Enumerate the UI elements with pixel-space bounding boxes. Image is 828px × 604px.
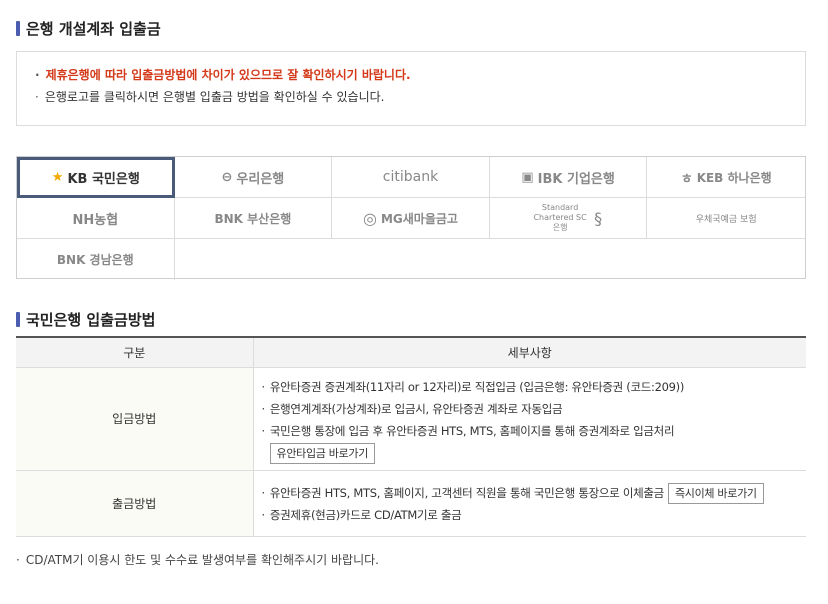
bank-label: BNK 부산은행: [214, 211, 292, 226]
bullet-icon: ·: [35, 68, 40, 82]
bank-logo-nh[interactable]: NH농협: [17, 198, 175, 239]
bank-label: NH농협: [72, 212, 119, 228]
bullet-icon: ·: [35, 90, 39, 104]
bank-label: KB 국민은행: [67, 172, 140, 187]
ibk-icon: ▣: [521, 169, 534, 185]
bank-logo-mg[interactable]: ◎ MG새마을금고: [332, 198, 490, 239]
bank-label: MG새마을금고: [380, 211, 458, 226]
detail-text: 은행연계계좌(가상계좌)로 입금시, 유안타증권 계좌로 자동입금: [269, 401, 563, 416]
title-bar-marker: [16, 21, 20, 36]
notice-text: 제휴은행에 따라 입출금방법에 차이가 있으므로 잘 확인하시기 바랍니다.: [45, 68, 411, 82]
detail-text: 국민은행 통장에 입금 후 유안타증권 HTS, MTS, 홈페이지를 통해 증…: [269, 423, 675, 438]
notice-line-info: · 은행로고를 클릭하시면 은행별 입출금 방법을 확인하실 수 있습니다.: [35, 86, 805, 108]
footer-text: CD/ATM기 이용시 한도 및 수수료 발생여부를 확인해주시기 바랍니다.: [25, 553, 379, 567]
detail-line: · 은행연계계좌(가상계좌)로 입금시, 유안타증권 계좌로 자동입금: [262, 398, 807, 420]
table-row-withdraw: 출금방법 · 유안타증권 HTS, MTS, 홈페이지, 고객센터 직원을 통해…: [16, 470, 807, 537]
bank-label: 우리은행: [236, 171, 285, 187]
notice-box: · 제휴은행에 따라 입출금방법에 차이가 있으므로 잘 확인하시기 바랍니다.…: [16, 51, 806, 126]
bullet-icon: ·: [261, 423, 266, 438]
detail-line: · 유안타증권 HTS, MTS, 홈페이지, 고객센터 직원을 통해 국민은행…: [262, 482, 807, 504]
row-details-deposit: · 유안타증권 증권계좌(11자리 or 12자리)로 직접입금 (입금은행: …: [253, 367, 807, 471]
bank-logo-ibk[interactable]: ▣ IBK 기업은행: [489, 157, 648, 198]
sc-icon: §: [594, 208, 603, 228]
detail-text: 유안타증권 증권계좌(11자리 or 12자리)로 직접입금 (입금은행: 유안…: [269, 379, 685, 394]
bank-label: citibank: [382, 169, 439, 185]
bank-logo-kyongnam[interactable]: BNK 경남은행: [17, 239, 175, 280]
header-category: 구분: [16, 337, 254, 368]
detail-line: · 증권제휴(현금)카드로 CD/ATM기로 출금: [262, 504, 807, 526]
table-header-row: 구분 세부사항: [16, 337, 806, 368]
bank-label: 우체국예금 보험: [695, 214, 757, 225]
title-bar-marker: [16, 312, 20, 327]
bank-logo-standard-chartered[interactable]: Standard Chartered SC은행 §: [489, 198, 648, 239]
bank-logo-keb-hana[interactable]: ㅎ KEB 하나은행: [647, 157, 805, 198]
bank-label: BNK 경남은행: [56, 253, 134, 267]
notice-text: 은행로고를 클릭하시면 은행별 입출금 방법을 확인하실 수 있습니다.: [44, 90, 385, 104]
bullet-icon: ·: [261, 379, 266, 394]
bank-logo-busan[interactable]: BNK 부산은행: [174, 198, 333, 239]
section-title-text: 은행 개설계좌 입출금: [26, 20, 161, 38]
row-details-withdraw: · 유안타증권 HTS, MTS, 홈페이지, 고객센터 직원을 통해 국민은행…: [253, 470, 807, 537]
bank-label: IBK 기업은행: [537, 171, 615, 187]
bank-label: Standard Chartered SC은행: [533, 203, 587, 232]
detail-line: · 유안타증권 증권계좌(11자리 or 12자리)로 직접입금 (입금은행: …: [262, 376, 807, 398]
yuanta-deposit-button[interactable]: 유안타입금 바로가기: [269, 442, 376, 464]
row-label-withdraw: 출금방법: [16, 470, 254, 537]
footer-note: · CD/ATM기 이용시 한도 및 수수료 발생여부를 확인해주시기 바랍니다…: [16, 551, 379, 568]
method-table: 구분 세부사항 입금방법 · 유안타증권 증권계좌(11자리 or 12자리)로…: [16, 336, 806, 537]
section-title-bank-accounts: 은행 개설계좌 입출금: [16, 18, 161, 39]
bullet-icon: ·: [16, 552, 20, 567]
bullet-icon: ·: [261, 508, 266, 522]
notice-line-warning: · 제휴은행에 따라 입출금방법에 차이가 있으므로 잘 확인하시기 바랍니다.: [35, 64, 805, 86]
bank-logo-woori[interactable]: ⊖ 우리은행: [174, 157, 333, 198]
bullet-icon: ·: [261, 401, 266, 416]
bank-logo-post[interactable]: 우체국예금 보험: [647, 198, 805, 239]
bullet-icon: ·: [261, 486, 266, 500]
bank-logo-grid: ★ KB 국민은행 ⊖ 우리은행 citibank ▣ IBK 기업은행 ㅎ K…: [16, 156, 806, 280]
kb-star-icon: ★: [51, 170, 64, 185]
row-label-deposit: 입금방법: [16, 367, 254, 471]
instant-transfer-button[interactable]: 즉시이체 바로가기: [667, 482, 764, 504]
mg-icon: ◎: [363, 208, 377, 228]
empty-grid-space: [175, 239, 805, 280]
bank-logo-citibank[interactable]: citibank: [332, 157, 490, 198]
header-details: 세부사항: [253, 337, 806, 368]
detail-text: 유안타증권 HTS, MTS, 홈페이지, 고객센터 직원을 통해 국민은행 통…: [269, 486, 664, 500]
detail-line: · 국민은행 통장에 입금 후 유안타증권 HTS, MTS, 홈페이지를 통해…: [262, 420, 807, 442]
bank-logo-kb[interactable]: ★ KB 국민은행: [17, 157, 175, 198]
bank-label: KEB 하나은행: [696, 170, 772, 185]
table-row-deposit: 입금방법 · 유안타증권 증권계좌(11자리 or 12자리)로 직접입금 (입…: [16, 367, 807, 471]
detail-text: 증권제휴(현금)카드로 CD/ATM기로 출금: [269, 508, 462, 522]
section-title-kb-method: 국민은행 입출금방법: [16, 309, 155, 330]
hana-icon: ㅎ: [680, 171, 693, 187]
section-title-text: 국민은행 입출금방법: [26, 311, 156, 329]
woori-icon: ⊖: [221, 169, 233, 185]
